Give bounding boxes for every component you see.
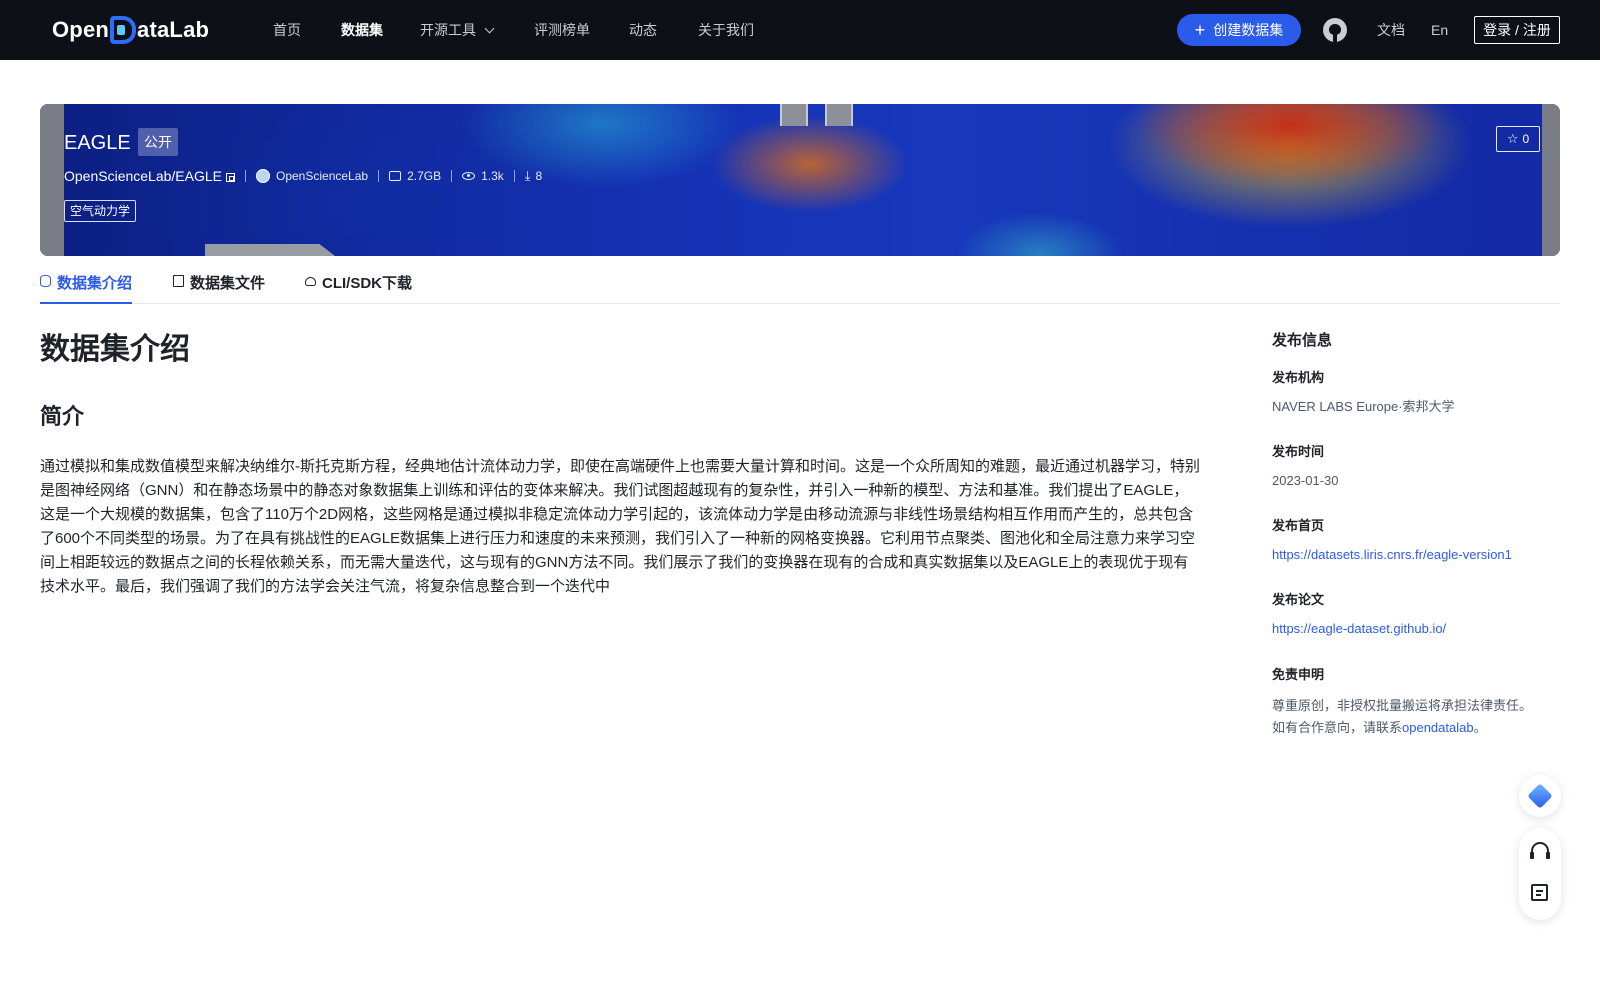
- divider: [245, 170, 246, 182]
- cloud-icon: [305, 277, 316, 286]
- dataset-tabs: 数据集介绍 数据集文件 CLI/SDK下载: [40, 264, 1560, 304]
- tab-cli-sdk-label: CLI/SDK下载: [322, 275, 413, 292]
- github-icon[interactable]: [1323, 18, 1347, 42]
- release-date-value: 2023-01-30: [1272, 473, 1339, 488]
- login-register-button[interactable]: 登录 / 注册: [1474, 16, 1560, 44]
- homepage-label: 发布首页: [1272, 518, 1325, 533]
- banner-inlet-left: [780, 104, 808, 126]
- disclaimer-contact-prefix: 如有合作意向，请联系: [1272, 720, 1403, 735]
- copy-icon[interactable]: [226, 172, 235, 182]
- download-count: 8: [535, 169, 543, 183]
- top-navbar: Open ataLab 首页 数据集 开源工具 评测榜单 动态 关于我们 + 创建…: [0, 0, 1600, 60]
- view-count: 1.3k: [481, 169, 504, 183]
- tab-cli-sdk[interactable]: CLI/SDK下载: [305, 272, 412, 304]
- nav-about[interactable]: 关于我们: [698, 20, 754, 40]
- banner-wall-right: [1542, 104, 1560, 256]
- repo-path: OpenScienceLab/EAGLE: [64, 168, 222, 184]
- logo-d-icon: [110, 16, 137, 44]
- intro-heading: 数据集介绍: [40, 333, 190, 366]
- nav-home[interactable]: 首页: [273, 20, 301, 40]
- release-info-title: 发布信息: [1272, 332, 1333, 349]
- tab-files[interactable]: 数据集文件: [173, 272, 265, 304]
- disclaimer-line-1: 尊重原创，非授权批量搬运将承担法律责任。: [1272, 698, 1533, 713]
- star-count: 0: [1522, 132, 1530, 146]
- dataset-title: EAGLE: [64, 132, 131, 154]
- paper-link[interactable]: https://eagle-dataset.github.io/: [1272, 620, 1446, 638]
- homepage-link[interactable]: https://datasets.liris.cnrs.fr/eagle-ver…: [1272, 546, 1512, 564]
- org-avatar: [256, 169, 270, 183]
- chevron-down-icon: [484, 23, 495, 34]
- banner-inlet-right: [825, 104, 853, 126]
- nav-datasets[interactable]: 数据集: [341, 20, 383, 40]
- divider: [451, 170, 453, 182]
- storage-icon: [389, 171, 402, 181]
- logo-text-open: Open: [52, 17, 110, 42]
- tab-introduction-label: 数据集介绍: [57, 275, 133, 292]
- star-icon: ☆: [1506, 131, 1519, 146]
- edit-icon[interactable]: [1531, 884, 1548, 901]
- nav-news[interactable]: 动态: [629, 20, 657, 40]
- floating-tool-group: [1519, 828, 1561, 920]
- banner-obstacle: [205, 244, 335, 256]
- create-dataset-button[interactable]: + 创建数据集: [1177, 14, 1301, 46]
- headset-icon[interactable]: [1530, 842, 1550, 859]
- opendatalab-logo[interactable]: Open ataLab: [52, 14, 209, 46]
- download-icon: ⤓: [524, 168, 531, 183]
- disclaimer-label: 免责申明: [1272, 667, 1325, 682]
- database-icon: [40, 275, 51, 287]
- disclaimer-text: 尊重原创，非授权批量搬运将承担法律责任。 如有合作意向，请联系opendatal…: [1272, 695, 1562, 739]
- star-button[interactable]: ☆ 0: [1496, 126, 1540, 152]
- nav-open-tools[interactable]: 开源工具: [420, 20, 495, 40]
- nav-open-tools-label: 开源工具: [420, 22, 476, 38]
- divider: [513, 170, 515, 182]
- diamond-icon: [1527, 783, 1553, 809]
- divider: [378, 170, 380, 182]
- dataset-size: 2.7GB: [407, 169, 442, 183]
- create-dataset-label: 创建数据集: [1213, 22, 1284, 38]
- dataset-banner: EAGLE 公开 ☆ 0 OpenScienceLab/EAGLE OpenSc…: [40, 104, 1560, 256]
- dataset-meta-row: OpenScienceLab/EAGLE OpenScienceLab 2.7G…: [64, 166, 542, 186]
- floating-assistant-button[interactable]: [1519, 775, 1561, 817]
- tab-introduction[interactable]: 数据集介绍: [40, 272, 133, 304]
- nav-leaderboard[interactable]: 评测榜单: [534, 20, 590, 40]
- disclaimer-contact-suffix: 。: [1473, 720, 1487, 735]
- summary-heading: 简介: [40, 404, 85, 429]
- topic-tag[interactable]: 空气动力学: [64, 200, 137, 222]
- publisher-label: 发布机构: [1272, 370, 1325, 385]
- banner-wall-left: [40, 104, 64, 256]
- logo-text-rest: ataLab: [137, 17, 210, 42]
- release-date-label: 发布时间: [1272, 444, 1325, 459]
- paper-label: 发布论文: [1272, 592, 1325, 607]
- dataset-description: 通过模拟和集成数值模型来解决纳维尔-斯托克斯方程，经典地估计流体动力学，即使在高…: [40, 458, 1201, 595]
- plus-icon: +: [1194, 20, 1206, 40]
- nav-docs[interactable]: 文档: [1377, 20, 1405, 40]
- visibility-badge: 公开: [138, 128, 178, 156]
- org-name[interactable]: OpenScienceLab: [276, 169, 368, 183]
- tab-files-label: 数据集文件: [190, 275, 266, 292]
- eye-icon: [462, 172, 476, 180]
- language-toggle[interactable]: En: [1431, 20, 1448, 40]
- file-icon: [173, 275, 184, 287]
- disclaimer-line-2: 如有合作意向，请联系opendatalab。: [1272, 717, 1562, 739]
- publisher-value: NAVER LABS Europe·索邦大学: [1272, 399, 1455, 414]
- contact-link[interactable]: opendatalab: [1402, 720, 1474, 735]
